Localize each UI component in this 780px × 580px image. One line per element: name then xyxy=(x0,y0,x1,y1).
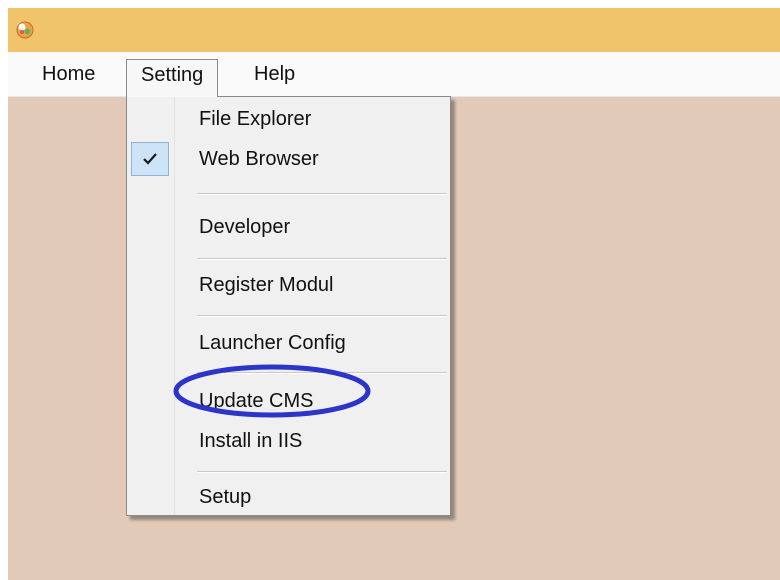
menu-item-file-explorer[interactable]: File Explorer xyxy=(127,99,450,139)
menu-item-label: Setup xyxy=(199,486,252,508)
menu-item-register-modul[interactable]: Register Modul xyxy=(127,265,450,305)
menu-separator xyxy=(197,315,447,317)
title-bar xyxy=(8,8,780,52)
menu-help[interactable]: Help xyxy=(242,59,307,89)
menu-item-label: Install in IIS xyxy=(199,430,303,452)
menu-item-web-browser[interactable]: Web Browser xyxy=(127,139,450,179)
menu-item-label: Launcher Config xyxy=(199,332,346,354)
menu-home[interactable]: Home xyxy=(30,59,107,89)
menu-item-update-cms[interactable]: Update CMS xyxy=(127,381,450,421)
menu-item-label: Developer xyxy=(199,216,291,238)
checked-state xyxy=(131,142,169,176)
menu-item-label: Register Modul xyxy=(199,274,334,296)
menu-item-setup[interactable]: Setup xyxy=(127,477,450,517)
menu-item-label: Update CMS xyxy=(199,390,314,412)
menu-separator xyxy=(197,471,447,473)
menu-item-developer[interactable]: Developer xyxy=(127,207,450,247)
menu-bar: Home Setting Help xyxy=(8,52,780,97)
setting-dropdown-menu: File Explorer Web Browser Developer Regi… xyxy=(126,96,451,516)
menu-item-label: Web Browser xyxy=(199,148,319,170)
menu-item-launcher-config[interactable]: Launcher Config xyxy=(127,323,450,363)
menu-separator xyxy=(197,372,447,374)
checkmark-icon xyxy=(143,153,157,165)
menu-item-label: File Explorer xyxy=(199,108,312,130)
app-window: Home Setting Help File Explorer Web Brow… xyxy=(8,8,780,580)
menu-item-install-in-iis[interactable]: Install in IIS xyxy=(127,421,450,461)
menu-separator xyxy=(197,258,447,260)
app-logo-icon xyxy=(15,19,35,39)
menu-setting[interactable]: Setting xyxy=(126,59,219,97)
menu-separator xyxy=(197,193,447,195)
